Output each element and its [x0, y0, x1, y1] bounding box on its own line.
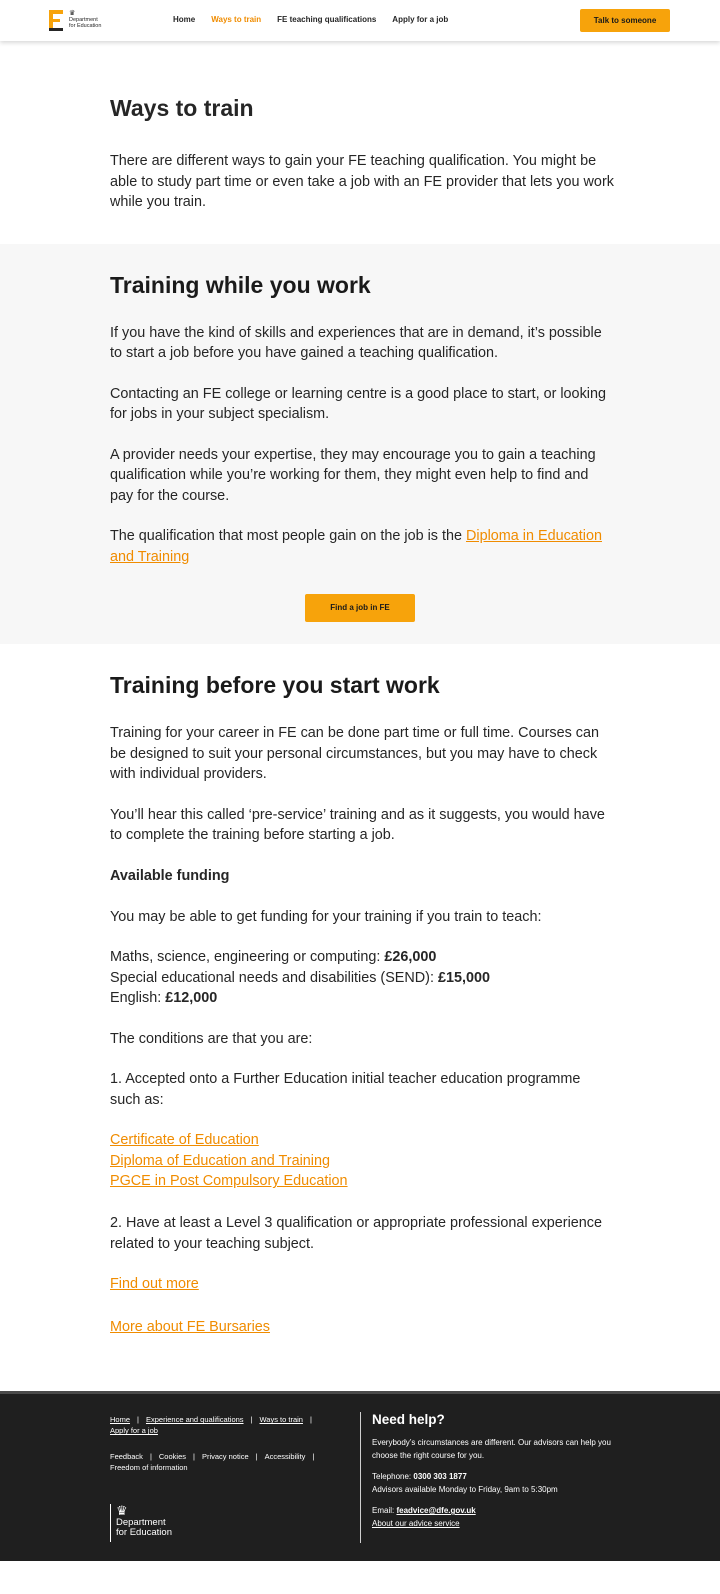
nav-fe-teaching-qualifications[interactable]: FE teaching qualifications — [277, 15, 376, 24]
footer-link-ways-to-train[interactable]: Ways to train — [259, 1415, 302, 1424]
footer-dfe-logo[interactable]: ♛ Department for Education — [110, 1503, 200, 1543]
intro-section: Ways to train There are different ways t… — [0, 41, 720, 244]
training-while-you-work-section: Training while you work If you have the … — [0, 243, 720, 644]
find-a-job-button[interactable]: Find a job in FE — [305, 594, 415, 622]
conditions-intro: The conditions are that you are: — [110, 1030, 313, 1047]
find-out-more-link[interactable]: Find out more — [110, 1276, 199, 1292]
main-nav: Home Ways to train FE teaching qualifica… — [173, 15, 464, 24]
before-paragraph-2: You’ll hear this called ‘pre-service’ tr… — [110, 806, 605, 844]
section-title-before: Training before you start work — [110, 672, 440, 698]
need-help-panel: Need help? Everybody’s circumstances are… — [372, 1412, 622, 1530]
footer-link-privacy[interactable]: Privacy notice — [202, 1452, 249, 1461]
email-line: Email: feadvice@dfe.gov.uk — [372, 1506, 476, 1516]
before-paragraph-1: Training for your career in FE can be do… — [110, 725, 599, 782]
work-paragraph-2: Contacting an FE college or learning cen… — [110, 385, 606, 423]
page-title: Ways to train — [110, 95, 254, 121]
footer-links-secondary: Feedback | Cookies | Privacy notice | Accessib… — [110, 1452, 315, 1473]
footer-link-cookies[interactable]: Cookies — [159, 1452, 186, 1461]
training-before-work-section: Training before you start work Training … — [0, 644, 720, 1391]
work-paragraph-1: If you have the kind of skills and exper… — [110, 324, 602, 362]
footer-links-primary: Home | Experience and qualifications | Ways … — [110, 1415, 312, 1436]
logo-text-line2: for Education — [69, 23, 102, 29]
work-paragraph-4: The qualification that most people gain … — [110, 528, 602, 565]
funding-item: English: £12,000 — [110, 990, 218, 1006]
footer-link-apply[interactable]: Apply for a job — [110, 1426, 158, 1435]
funding-item: Maths, science, engineering or computing… — [110, 949, 437, 965]
section-title-work: Training while you work — [110, 271, 371, 298]
site-footer: Home | Experience and qualifications | Ways … — [0, 1391, 720, 1562]
telephone-line: Telephone: 0300 303 1877 — [372, 1472, 467, 1482]
footer-link-foi[interactable]: Freedom of information — [110, 1463, 188, 1472]
fe-bursaries-link[interactable]: More about FE Bursaries — [110, 1319, 270, 1335]
need-help-title: Need help? — [372, 1412, 445, 1428]
footer-link-accessibility[interactable]: Accessibility — [265, 1452, 306, 1461]
nav-ways-to-train[interactable]: Ways to train — [211, 15, 261, 24]
condition-2: 2. Have at least a Level 3 qualification… — [110, 1215, 602, 1252]
advice-service-link[interactable]: About our advice service — [372, 1519, 460, 1528]
site-header: ♛ Department for Education Home Ways to … — [0, 0, 720, 41]
course-links: Certificate of Education Diploma of Educ… — [110, 1130, 614, 1192]
course-link-certificate[interactable]: Certificate of Education — [110, 1130, 259, 1151]
advisor-hours: Advisors available Monday to Friday, 9am… — [372, 1484, 558, 1494]
condition-1: 1. Accepted onto a Further Education ini… — [110, 1071, 581, 1108]
crest-icon: ♛ — [116, 1503, 128, 1519]
work-paragraph-3: A provider needs your expertise, they ma… — [110, 446, 596, 504]
crest-icon: ♛ — [69, 10, 76, 17]
dfe-logo[interactable]: ♛ Department for Education — [49, 10, 109, 32]
talk-to-someone-button[interactable]: Talk to someone — [580, 9, 670, 32]
need-help-text: Everybody’s circumstances are different.… — [372, 1438, 611, 1460]
course-link-pgce[interactable]: PGCE in Post Compulsory Education — [110, 1171, 348, 1192]
nav-apply-for-a-job[interactable]: Apply for a job — [392, 15, 448, 24]
course-link-diploma[interactable]: Diploma of Education and Training — [110, 1151, 330, 1172]
funding-intro: You may be able to get funding for your … — [110, 908, 542, 925]
nav-home[interactable]: Home — [173, 15, 195, 24]
funding-heading: Available funding — [110, 867, 230, 884]
email-link[interactable]: feadvice@dfe.gov.uk — [396, 1506, 475, 1515]
fe-logo-icon — [49, 10, 63, 31]
funding-list: Maths, science, engineering or computing… — [110, 947, 614, 1009]
footer-link-experience[interactable]: Experience and qualifications — [146, 1415, 244, 1424]
intro-text: There are different ways to gain your FE… — [110, 153, 614, 210]
funding-item: Special educational needs and disabiliti… — [110, 969, 491, 986]
footer-link-feedback[interactable]: Feedback — [110, 1452, 143, 1461]
footer-link-home[interactable]: Home — [110, 1415, 130, 1424]
footer-divider — [360, 1412, 361, 1544]
